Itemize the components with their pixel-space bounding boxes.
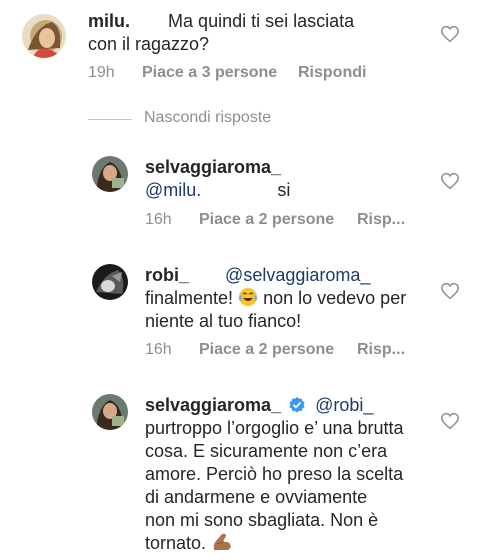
reply-likes-link[interactable]: Piace a 2 persone [199, 341, 334, 358]
reply-likes-link[interactable]: Piace a 2 persone [199, 211, 334, 228]
reply-text-line: tornato. [145, 533, 207, 553]
like-heart-icon[interactable] [440, 172, 460, 190]
comment-likes-link[interactable]: Piace a 3 persone [142, 64, 277, 81]
flexed-biceps-emoji [211, 532, 233, 558]
reply-text-line: amore. Perciò ho preso la scelta [145, 464, 404, 484]
mention-link[interactable]: @milu. [145, 180, 201, 200]
like-heart-icon[interactable] [440, 25, 460, 43]
reply-button[interactable]: Risp... [357, 211, 405, 228]
avatar-milu[interactable] [22, 14, 66, 58]
reply-username[interactable]: selvaggiaroma_ [145, 156, 281, 179]
like-heart-icon[interactable] [440, 412, 460, 430]
comment-text-line: con il ragazzo? [88, 34, 210, 54]
comment-text-line: Ma quindi ti sei lasciata [168, 11, 355, 31]
reply-username[interactable]: robi_ [145, 265, 189, 285]
comment-time: 19h [88, 64, 115, 81]
comment-username[interactable]: milu. [88, 11, 130, 31]
reply-text-line: non lo vedevo per [263, 288, 407, 308]
reply-button[interactable]: Risp... [357, 341, 405, 358]
reply-text-line: di andarmene e ovviamente [145, 487, 368, 507]
reply-time: 16h [145, 341, 172, 358]
reply-text-line: purtroppo l’orgoglio e’ una brutta [145, 418, 404, 438]
avatar-selvaggiaroma[interactable] [92, 394, 128, 430]
reply-text: si [277, 180, 291, 200]
like-heart-icon[interactable] [440, 282, 460, 300]
mention-link[interactable]: @selvaggiaroma_ [225, 265, 370, 285]
reply-text-line: cosa. E sicuramente non c’era [145, 441, 388, 461]
reply-time: 16h [145, 211, 172, 228]
reply-button[interactable]: Rispondi [298, 64, 366, 81]
hide-replies-button[interactable]: Nascondi risposte [144, 109, 271, 127]
replies-divider [88, 119, 132, 120]
reply-text-line: non mi sono sbagliata. Non è [145, 510, 379, 530]
avatar-robi[interactable] [92, 264, 128, 300]
reply-text-line: niente al tuo fianco! [145, 311, 302, 331]
mention-link[interactable]: @robi_ [315, 395, 373, 415]
reply-text-line: finalmente! [145, 288, 234, 308]
avatar-selvaggiaroma[interactable] [92, 156, 128, 192]
reply-username[interactable]: selvaggiaroma_ [145, 395, 281, 415]
